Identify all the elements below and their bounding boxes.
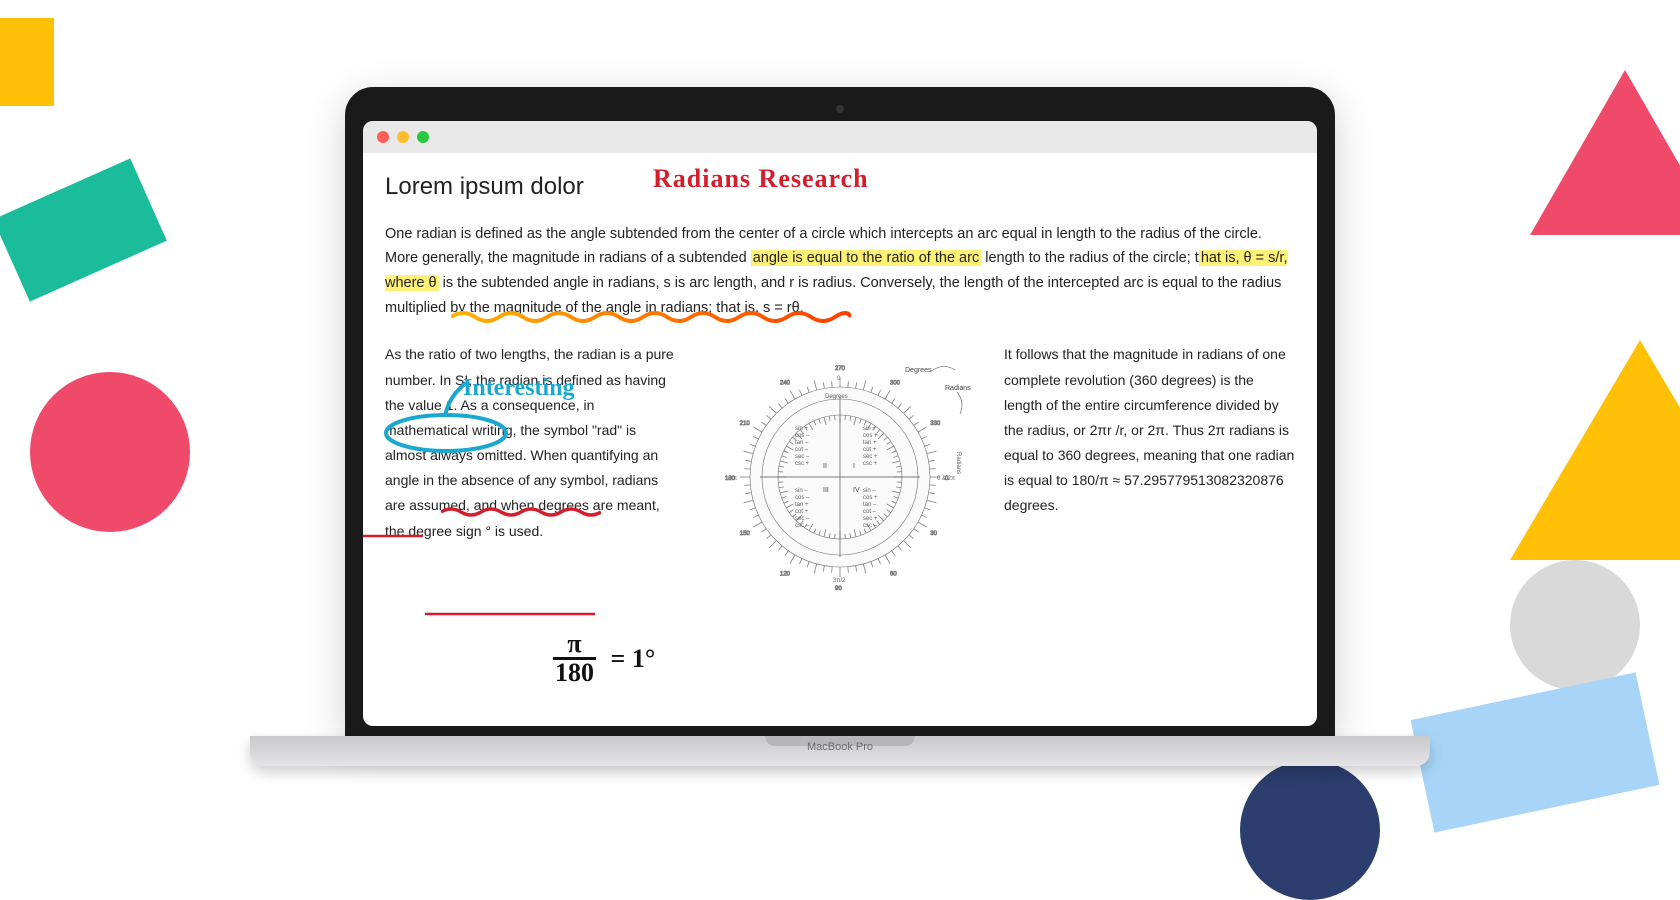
screen-bezel: Lorem ipsum dolor Radians Research One r… bbox=[345, 87, 1335, 736]
handwritten-note-blue: Interesting bbox=[463, 368, 575, 409]
decor-triangle-pink bbox=[1530, 70, 1680, 235]
document-content: Lorem ipsum dolor Radians Research One r… bbox=[363, 153, 1317, 626]
svg-text:0: 0 bbox=[837, 376, 841, 382]
svg-text:270: 270 bbox=[835, 366, 846, 372]
column-middle: 0306090120150180210240270300330 I II III… bbox=[700, 342, 980, 612]
minimize-icon[interactable] bbox=[397, 131, 409, 143]
quadrant-2: II bbox=[823, 463, 827, 470]
svg-text:3π/2: 3π/2 bbox=[833, 578, 846, 584]
svg-text:cos –: cos – bbox=[795, 433, 810, 439]
svg-text:tan +: tan + bbox=[795, 502, 809, 508]
svg-text:csc +: csc + bbox=[863, 461, 878, 467]
svg-text:0 & 2π: 0 & 2π bbox=[937, 476, 955, 482]
decor-rect-blue bbox=[1411, 672, 1660, 832]
svg-text:60: 60 bbox=[890, 572, 897, 578]
svg-text:sin +: sin + bbox=[863, 426, 876, 432]
formula-denominator: 180 bbox=[553, 660, 596, 686]
decor-circle-gray bbox=[1510, 560, 1640, 690]
label-degrees: Degrees bbox=[905, 367, 932, 374]
svg-text:cot +: cot + bbox=[863, 447, 877, 453]
svg-text:tan +: tan + bbox=[863, 440, 877, 446]
svg-text:π: π bbox=[733, 476, 737, 482]
trig-q4: sin –cos +tan –cot –sec +csc – bbox=[863, 488, 878, 529]
svg-text:Degrees: Degrees bbox=[825, 394, 848, 400]
svg-text:30: 30 bbox=[930, 531, 937, 537]
quadrant-4: IV bbox=[853, 487, 860, 494]
label-radians: Radians bbox=[945, 385, 971, 392]
window-titlebar bbox=[363, 121, 1317, 153]
svg-text:sin –: sin – bbox=[863, 488, 876, 494]
quadrant-1: I bbox=[853, 463, 855, 470]
handwritten-title-red: Radians Research bbox=[653, 157, 869, 201]
svg-text:csc +: csc + bbox=[795, 461, 810, 467]
svg-text:cos +: cos + bbox=[863, 433, 878, 439]
decor-rect-teal bbox=[0, 158, 167, 301]
camera-notch bbox=[836, 105, 844, 113]
svg-text:sin –: sin – bbox=[795, 488, 808, 494]
svg-text:csc –: csc – bbox=[795, 523, 810, 529]
formula-numerator: π bbox=[553, 631, 596, 660]
decor-circle-pink bbox=[30, 372, 190, 532]
laptop-mockup: Lorem ipsum dolor Radians Research One r… bbox=[345, 87, 1335, 766]
quadrant-3: III bbox=[823, 487, 829, 494]
svg-text:sin +: sin + bbox=[795, 426, 808, 432]
handwritten-formula: π 180 = 1° bbox=[553, 631, 655, 686]
trig-q1: sin +cos +tan +cot +sec +csc + bbox=[863, 426, 878, 467]
svg-text:150: 150 bbox=[740, 531, 751, 537]
svg-text:cos –: cos – bbox=[795, 495, 810, 501]
svg-text:300: 300 bbox=[890, 381, 901, 387]
maximize-icon[interactable] bbox=[417, 131, 429, 143]
svg-text:sec –: sec – bbox=[795, 454, 810, 460]
decor-circle-navy bbox=[1240, 760, 1380, 900]
decor-square-yellow bbox=[0, 18, 54, 106]
svg-text:240: 240 bbox=[780, 381, 791, 387]
svg-text:tan –: tan – bbox=[795, 440, 809, 446]
intro-paragraph: One radian is defined as the angle subte… bbox=[385, 222, 1295, 321]
svg-text:sec –: sec – bbox=[795, 516, 810, 522]
trig-q2: sin +cos –tan –cot –sec –csc + bbox=[795, 426, 810, 467]
svg-text:cot –: cot – bbox=[863, 509, 877, 515]
laptop-base: MacBook Pro bbox=[250, 736, 1430, 766]
trig-q3: sin –cos –tan +cot +sec –csc – bbox=[795, 488, 810, 529]
radians-degrees-diagram: 0306090120150180210240270300330 I II III… bbox=[705, 342, 975, 612]
svg-text:cot –: cot – bbox=[795, 447, 809, 453]
close-icon[interactable] bbox=[377, 131, 389, 143]
svg-text:120: 120 bbox=[780, 572, 791, 578]
svg-text:330: 330 bbox=[930, 421, 941, 427]
svg-text:210: 210 bbox=[740, 421, 751, 427]
col-right-text: It follows that the magnitude in radians… bbox=[1004, 342, 1295, 518]
svg-text:sec +: sec + bbox=[863, 454, 878, 460]
formula-equals: = 1° bbox=[611, 644, 656, 673]
svg-text:cos +: cos + bbox=[863, 495, 878, 501]
svg-text:csc –: csc – bbox=[863, 523, 878, 529]
column-right: It follows that the magnitude in radians… bbox=[1004, 342, 1295, 612]
highlight-1: angle is equal to the ratio of the arc bbox=[751, 250, 982, 266]
svg-text:sec +: sec + bbox=[863, 516, 878, 522]
screen: Lorem ipsum dolor Radians Research One r… bbox=[363, 121, 1317, 726]
device-label: MacBook Pro bbox=[807, 741, 873, 753]
svg-text:cot +: cot + bbox=[795, 509, 809, 515]
svg-text:90: 90 bbox=[835, 586, 842, 592]
svg-text:Radians: Radians bbox=[955, 452, 961, 474]
decor-triangle-yellow bbox=[1510, 340, 1680, 560]
svg-text:tan –: tan – bbox=[863, 502, 877, 508]
intro-text-3: is the subtended angle in radians, s is … bbox=[385, 275, 1281, 316]
intro-text-2: length to the radius of the circle; t bbox=[981, 250, 1199, 266]
